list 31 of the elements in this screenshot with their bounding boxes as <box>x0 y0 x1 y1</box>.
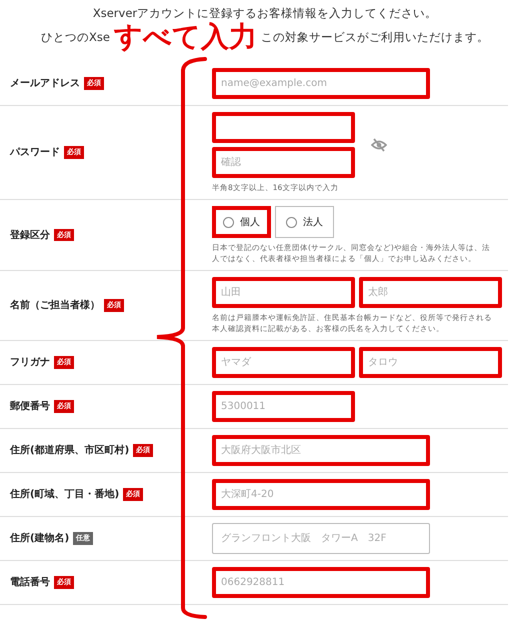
input-field[interactable]: 大深町4-20 <box>212 479 430 510</box>
eye-slash-icon[interactable] <box>371 138 387 152</box>
radio-option[interactable]: 法人 <box>275 206 334 238</box>
intro-text: この対象サービスがご利用いただけます。 <box>260 29 489 46</box>
field-label: パスワード <box>10 146 60 160</box>
input-field[interactable] <box>212 112 355 143</box>
field-label: 登録区分 <box>10 228 50 242</box>
input-field[interactable]: 5300011 <box>212 391 355 422</box>
input-field[interactable]: グランフロント大阪 タワーA 32F <box>212 523 430 554</box>
field-label: 住所(建物名) <box>10 532 70 546</box>
field-label: メールアドレス <box>10 77 80 91</box>
field-label: 住所(町域、丁目・番地) <box>10 488 120 502</box>
input-field[interactable]: 太郎 <box>359 277 502 308</box>
intro-text: Xserverアカウントに登録するお客様情報を入力してください。 <box>92 5 438 22</box>
intro-text: ひとつのXse <box>41 29 110 46</box>
annotation-text: すべて入力 <box>114 20 257 54</box>
radio-option[interactable]: 個人 <box>212 206 271 238</box>
input-field[interactable]: 0662928811 <box>212 567 430 598</box>
input-field[interactable]: ヤマダ <box>212 347 355 378</box>
radio-button[interactable] <box>223 216 234 228</box>
field-label: 住所(都道府県、市区町村) <box>10 443 130 458</box>
input-field[interactable]: name@example.com <box>212 68 430 99</box>
input-field[interactable]: タロウ <box>359 347 502 378</box>
input-field[interactable]: 大阪府大阪市北区 <box>212 435 430 466</box>
field-label: フリガナ <box>10 356 50 370</box>
radio-button[interactable] <box>286 216 297 228</box>
input-field[interactable]: 確認 <box>212 147 355 178</box>
field-label: 郵便番号 <box>10 400 50 414</box>
input-field[interactable]: 山田 <box>212 277 355 308</box>
field-label: 電話番号 <box>10 576 50 590</box>
field-label: 名前（ご担当者様） <box>10 298 100 313</box>
